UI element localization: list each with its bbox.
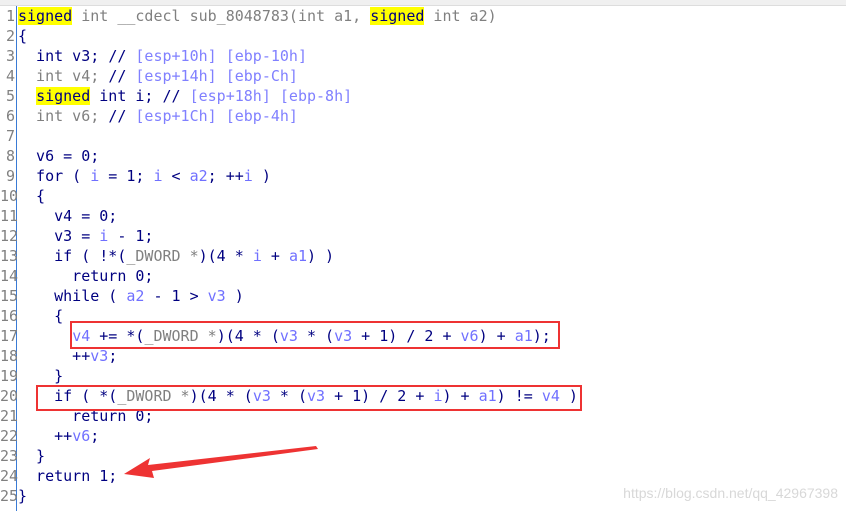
watermark: https://blog.csdn.net/qq_42967398 (623, 485, 838, 501)
annotation-arrow (124, 446, 318, 478)
